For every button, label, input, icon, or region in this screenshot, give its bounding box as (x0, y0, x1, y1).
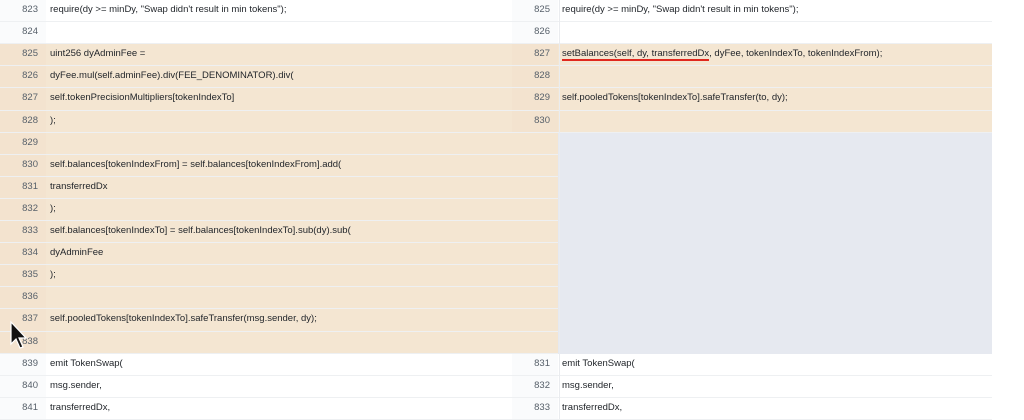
line-number[interactable]: 825 (0, 44, 46, 67)
code-line: transferredDx, (558, 397, 992, 420)
line-number[interactable]: 841 (0, 397, 46, 420)
line-number[interactable]: 839 (0, 353, 46, 376)
code-line: dyAdminFee (46, 243, 558, 266)
line-number[interactable]: 834 (0, 243, 46, 266)
code-line: require(dy >= minDy, "Swap didn't result… (46, 0, 558, 22)
line-number[interactable]: 832 (0, 198, 46, 221)
line-number[interactable]: 827 (512, 44, 558, 67)
left-diff-row: 841 transferredDx, (0, 397, 558, 420)
left-diff-row: 837 self.pooledTokens[tokenIndexTo].safeT… (0, 309, 558, 332)
code-line (46, 22, 558, 45)
code-line: emit TokenSwap( (558, 353, 992, 376)
left-diff-row: 835); (0, 265, 558, 288)
left-diff-row: 825 uint256 dyAdminFee = (0, 44, 558, 67)
left-diff-row: 830 self.balances[tokenIndexFrom] = self.… (0, 154, 558, 177)
left-diff-row: 838 (0, 331, 558, 354)
right-diff-pane: 825 require(dy >= minDy, "Swap didn't res… (512, 0, 1024, 420)
left-diff-row: 831 transferredDx (0, 176, 558, 199)
line-number[interactable]: 828 (512, 66, 558, 89)
code-line: transferredDx, (46, 397, 558, 420)
line-number[interactable]: 829 (512, 88, 558, 111)
code-line: setBalances(self, dy, transferredDx, dyF… (558, 44, 992, 67)
line-number[interactable]: 836 (0, 287, 46, 310)
right-diff-row: 826 (512, 22, 992, 45)
right-diff-row: 825 require(dy >= minDy, "Swap didn't res… (512, 0, 992, 22)
code-line (558, 110, 992, 133)
line-number[interactable]: 835 (0, 265, 46, 288)
code-line (558, 66, 992, 89)
right-diff-row: 833 transferredDx, (512, 397, 992, 420)
code-line: msg.sender, (46, 375, 558, 398)
left-diff-row: 833 self.balances[tokenIndexTo] = self.ba… (0, 221, 558, 243)
right-diff-row: 829 self.pooledTokens[tokenIndexTo].safeT… (512, 88, 992, 111)
line-number[interactable]: 828 (0, 110, 46, 133)
left-diff-row: 826 dyFee.mul(self.adminFee).div(FEE_DENO… (0, 66, 558, 89)
code-line: require(dy >= minDy, "Swap didn't result… (558, 0, 992, 22)
code-line (46, 331, 558, 354)
code-line (46, 132, 558, 155)
code-line: self.balances[tokenIndexTo] = self.balan… (46, 221, 558, 243)
code-line: transferredDx (46, 176, 558, 199)
code-line (558, 22, 992, 45)
code-line: emit TokenSwap( (46, 353, 558, 376)
code-line: self.balances[tokenIndexFrom] = self.bal… (46, 154, 558, 177)
left-diff-row: 827 self.tokenPrecisionMultipliers[tokenI… (0, 88, 558, 111)
right-diff-row: 827 setBalances(self, dy, transferredDx, … (512, 44, 992, 67)
line-number[interactable]: 829 (0, 132, 46, 155)
line-number[interactable]: 832 (512, 375, 558, 398)
line-number[interactable]: 830 (0, 154, 46, 177)
left-diff-pane: 823 require(dy >= minDy, "Swap didn't res… (0, 0, 558, 420)
code-line: uint256 dyAdminFee = (46, 44, 558, 67)
left-diff-row: 839 emit TokenSwap( (0, 353, 558, 376)
code-line: ); (46, 265, 558, 288)
left-diff-row: 829 (0, 132, 558, 155)
empty-diff-filler (558, 132, 992, 354)
line-number[interactable]: 833 (0, 221, 46, 243)
code-line: ); (46, 110, 558, 133)
code-line: self.pooledTokens[tokenIndexTo].safeTran… (558, 88, 992, 111)
line-number[interactable]: 830 (512, 110, 558, 133)
line-number[interactable]: 825 (512, 0, 558, 22)
right-diff-row: 831 emit TokenSwap( (512, 353, 992, 376)
pane-divider (559, 0, 560, 419)
line-number[interactable]: 826 (0, 66, 46, 89)
code-line: self.tokenPrecisionMultipliers[tokenInde… (46, 88, 558, 111)
right-diff-row: 828 (512, 66, 992, 89)
left-diff-row: 823 require(dy >= minDy, "Swap didn't res… (0, 0, 558, 22)
right-diff-row: 832 msg.sender, (512, 375, 992, 398)
line-number[interactable]: 831 (0, 176, 46, 199)
code-line: msg.sender, (558, 375, 992, 398)
red-underline-annotation: setBalances(self, dy, transferredDx (562, 48, 710, 62)
line-number[interactable]: 827 (0, 88, 46, 111)
line-number[interactable]: 831 (512, 353, 558, 376)
left-diff-row: 828); (0, 110, 558, 133)
line-number[interactable]: 840 (0, 375, 46, 398)
left-diff-row: 824 (0, 22, 558, 45)
code-line (46, 287, 558, 310)
line-number[interactable]: 824 (0, 22, 46, 45)
code-line: ); (46, 198, 558, 221)
line-number[interactable]: 826 (512, 22, 558, 45)
left-diff-row: 834 dyAdminFee (0, 243, 558, 266)
line-number[interactable]: 823 (0, 0, 46, 22)
code-line: dyFee.mul(self.adminFee).div(FEE_DENOMIN… (46, 66, 558, 89)
code-line: self.pooledTokens[tokenIndexTo].safeTran… (46, 309, 558, 332)
left-diff-row: 836 (0, 287, 558, 310)
right-diff-row: 830 (512, 110, 992, 133)
mouse-pointer-icon (10, 320, 28, 349)
line-number[interactable]: 833 (512, 397, 558, 420)
left-diff-row: 840 msg.sender, (0, 375, 558, 398)
left-diff-row: 832); (0, 198, 558, 221)
